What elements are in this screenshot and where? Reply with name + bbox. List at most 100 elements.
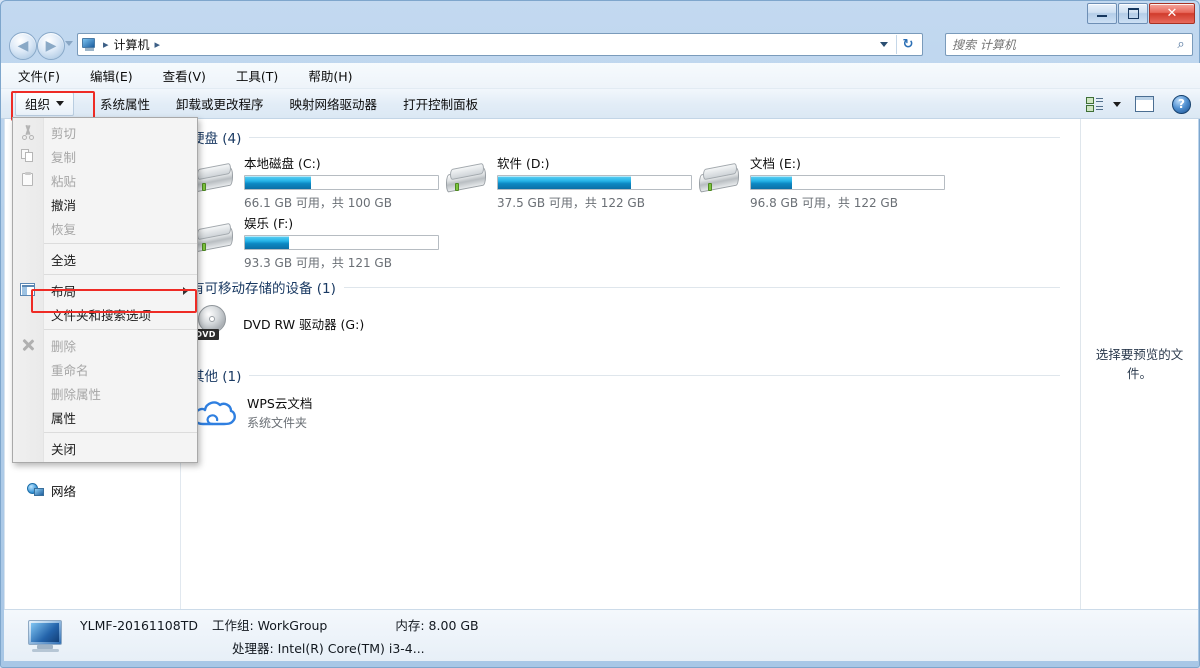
menu-item-folder-and-search-options[interactable]: 文件夹和搜索选项 [13,302,197,326]
toolbar-system-properties[interactable]: 系统属性 [100,94,150,113]
layout-icon [20,282,36,298]
menu-separator-2 [44,274,197,275]
preview-pane[interactable]: 选择要预览的文件。 [1080,119,1198,609]
breadcrumb-item-computer[interactable]: 计算机 [112,35,152,54]
menu-file[interactable]: 文件(F) [15,64,63,87]
address-bar[interactable]: ▸ 计算机 ▸ ↻ [77,33,923,56]
back-button[interactable]: ◀ [9,32,37,60]
details-pane: YLMF-20161108TD 工作组: WorkGroup 内存: 8.00 … [4,609,1198,661]
drive-item-d[interactable]: 软件 (D:) 37.5 GB 可用，共 122 GB [444,153,694,211]
search-icon[interactable]: ⌕ [1170,37,1192,52]
menu-edit[interactable]: 编辑(E) [87,64,136,87]
group-divider [343,286,1060,288]
close-icon: ✕ [1166,5,1178,21]
breadcrumb[interactable]: ▸ 计算机 ▸ [78,34,872,55]
restore-icon [1127,7,1139,19]
address-bar-controls: ↻ [872,34,922,55]
menu-item-label: 文件夹和搜索选项 [51,307,152,323]
menu-item-cut[interactable]: 剪切 [13,120,197,144]
computer-icon [26,619,66,653]
breadcrumb-separator-1[interactable]: ▸ [154,38,162,51]
drive-item-c[interactable]: 本地磁盘 (C:) 66.1 GB 可用，共 100 GB [191,153,441,211]
details-line-1: YLMF-20161108TD 工作组: WorkGroup 内存: 8.00 … [80,615,479,634]
drive-free-space: 37.5 GB 可用，共 122 GB [497,196,645,210]
menu-tools[interactable]: 工具(T) [233,64,281,87]
details-line-2: 处理器: Intel(R) Core(TM) i3-4... [80,638,479,657]
file-list-pane[interactable]: 硬盘 (4) 本地磁盘 (C:) 66.1 GB 可用，共 100 GB 软件 … [181,119,1080,609]
search-box[interactable]: ⌕ [945,33,1193,56]
refresh-button[interactable]: ↻ [897,34,919,55]
drive-name: 文档 (E:) [750,156,801,171]
minimize-button[interactable] [1087,2,1117,24]
workgroup-label: 工作组: WorkGroup [211,617,328,633]
drive-item-dvd[interactable]: DVD DVD RW 驱动器 (G:) [191,305,364,341]
menu-item-rename[interactable]: 重命名 [13,357,197,381]
search-input[interactable] [946,35,1170,54]
hard-drive-icon [444,161,488,201]
preview-pane-toggle-icon[interactable] [1135,96,1154,112]
drive-free-space: 96.8 GB 可用，共 122 GB [750,196,898,210]
submenu-arrow-icon [183,287,188,295]
drive-item-e[interactable]: 文档 (E:) 96.8 GB 可用，共 122 GB [697,153,947,211]
drive-item-f[interactable]: 娱乐 (F:) 93.3 GB 可用，共 121 GB [191,213,441,271]
menu-item-copy[interactable]: 复制 [13,144,197,168]
menu-separator-3 [44,329,197,330]
group-header-harddisks[interactable]: 硬盘 (4) [191,127,1060,147]
close-button[interactable]: ✕ [1149,2,1195,24]
menu-help[interactable]: 帮助(H) [305,64,355,87]
minimize-icon [1097,15,1107,17]
drive-name: 软件 (D:) [497,156,550,171]
sidebar-item-label: 网络 [51,484,77,499]
title-bar: ✕ [1,1,1200,27]
breadcrumb-separator-0: ▸ [103,38,109,51]
group-divider [249,374,1060,376]
processor-label: 处理器: Intel(R) Core(TM) i3-4... [232,640,425,656]
item-wps-cloud[interactable]: WPS云文档 系统文件夹 [191,393,312,431]
capacity-bar-fill [245,176,311,189]
menu-item-remove-properties[interactable]: 删除属性 [13,381,197,405]
group-divider [249,136,1060,138]
capacity-bar [244,175,439,190]
menu-view[interactable]: 查看(V) [160,64,209,87]
maximize-restore-button[interactable] [1118,2,1148,24]
group-title: 硬盘 (4) [191,131,242,147]
item-name: WPS云文档 [247,396,313,411]
menu-item-label: 剪切 [51,125,77,141]
toolbar-uninstall-change-program[interactable]: 卸载或更改程序 [176,94,264,113]
menu-item-undo[interactable]: 撤消 [13,192,197,216]
group-header-other[interactable]: 其他 (1) [191,365,1060,385]
recent-locations-dropdown-icon[interactable] [65,41,73,46]
help-icon[interactable]: ? [1172,94,1191,114]
menu-item-properties[interactable]: 属性 [13,405,197,429]
menu-item-delete[interactable]: 删除 [13,333,197,357]
address-chevron-down-icon[interactable] [880,42,888,47]
command-toolbar: 组织 系统属性 卸载或更改程序 映射网络驱动器 打开控制面板 ? [1,89,1200,119]
capacity-bar [750,175,945,190]
menu-item-paste[interactable]: 粘贴 [13,168,197,192]
group-header-removable[interactable]: 有可移动存储的设备 (1) [191,277,1060,297]
toolbar-open-control-panel[interactable]: 打开控制面板 [403,94,478,113]
hard-drive-icon [697,161,741,201]
organize-button[interactable]: 组织 [15,91,75,116]
menu-item-label: 全选 [51,252,77,268]
delete-x-icon [20,337,36,353]
menu-item-layout[interactable]: 布局 [13,278,197,302]
menu-item-close[interactable]: 关闭 [13,436,197,460]
chevron-down-icon [56,101,65,106]
change-view-icon[interactable] [1086,96,1103,112]
organize-dropdown-menu[interactable]: 剪切 复制 粘贴 撤消 恢复 全选 布局 文件夹和搜索选项 删除 重命名 删除属… [12,117,198,463]
item-subtitle: 系统文件夹 [247,416,308,430]
details-text-block: YLMF-20161108TD 工作组: WorkGroup 内存: 8.00 … [80,615,479,657]
toolbar-map-network-drive[interactable]: 映射网络驱动器 [290,94,378,113]
capacity-bar [244,235,439,250]
menu-item-select-all[interactable]: 全选 [13,247,197,271]
group-title: 其他 (1) [191,369,242,385]
forward-button[interactable]: ▶ [37,32,65,60]
menu-item-redo[interactable]: 恢复 [13,216,197,240]
view-chevron-down-icon[interactable] [1113,101,1121,107]
menu-bar: 文件(F) 编辑(E) 查看(V) 工具(T) 帮助(H) [1,63,1200,89]
menu-separator-4 [44,432,197,433]
sidebar-item-network[interactable]: 网络 [5,477,76,504]
toolbar-right-controls: ? [1086,89,1191,119]
drive-name: 娱乐 (F:) [244,216,294,231]
